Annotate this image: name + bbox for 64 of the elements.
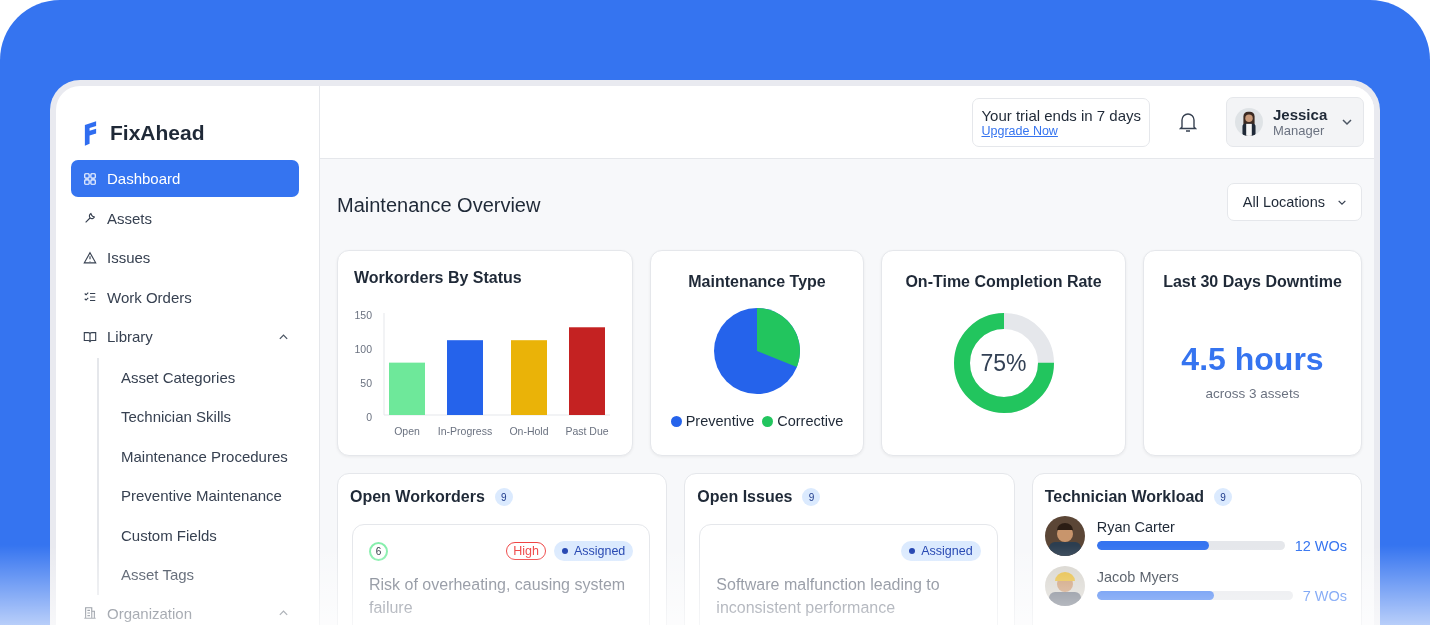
- trial-text: Your trial ends in 7 days: [981, 106, 1141, 124]
- axis-tick-label: 50: [360, 376, 372, 389]
- bar: [389, 362, 425, 415]
- technician-name: Jacob Myers: [1096, 568, 1180, 585]
- sidebar-subitem[interactable]: Asset Categories: [121, 357, 299, 397]
- technician-name: Ryan Carter: [1096, 518, 1176, 535]
- card-title: On-Time Completion Rate: [905, 273, 1102, 291]
- location-dropdown[interactable]: All Locations: [1226, 183, 1362, 221]
- grid-icon: [83, 171, 97, 186]
- downtime-caption: across 3 assets: [1205, 386, 1300, 401]
- category-label: Past Due: [565, 425, 609, 437]
- notification-bell-icon[interactable]: [1178, 111, 1198, 133]
- sidebar-item[interactable]: Library: [71, 318, 299, 355]
- sidebar-item[interactable]: Assets: [71, 199, 299, 237]
- category-label: On-Hold: [509, 425, 549, 437]
- legend-label: Corrective: [777, 413, 844, 429]
- issue-card[interactable]: Assigned Software malfunction leading to inconsistent performance: [699, 524, 998, 625]
- chevron-icon: [1337, 198, 1347, 206]
- legend-label: Preventive: [685, 413, 755, 429]
- user-role: Manager: [1273, 123, 1326, 138]
- workorder-count: 7 WOs: [1302, 587, 1347, 604]
- category-label: Open: [394, 425, 420, 437]
- axis-tick-label: 100: [354, 342, 372, 355]
- sidebar-item[interactable]: Issues: [71, 239, 299, 276]
- wrench-icon: [83, 211, 97, 225]
- upgrade-link[interactable]: Upgrade Now: [981, 123, 1141, 138]
- workorder-description: Risk of overheating, causing system failure: [369, 575, 627, 618]
- axis-tick-label: 0: [366, 410, 372, 423]
- user-name: Jessica: [1273, 106, 1329, 123]
- count-badge: 9: [494, 488, 513, 506]
- card-title: Maintenance Type: [688, 273, 826, 291]
- count-badge: 9: [1214, 488, 1233, 506]
- downtime-value: 4.5 hours: [1181, 341, 1324, 378]
- sidebar-subitem[interactable]: Asset Tags: [121, 555, 299, 595]
- building-icon: [83, 606, 97, 620]
- sidebar-item[interactable]: Work Orders: [71, 278, 299, 316]
- count-badge: 9: [802, 488, 821, 506]
- completion-percentage: 75%: [979, 350, 1028, 376]
- brand-name: FixAhead: [110, 121, 205, 145]
- warning-icon: [83, 250, 97, 265]
- sidebar-subitem[interactable]: Custom Fields: [121, 515, 299, 555]
- checklist-icon: [83, 290, 97, 304]
- sidebar-subitem[interactable]: Preventive Maintenance: [121, 476, 299, 516]
- card-title: Open Workorders: [350, 488, 485, 506]
- chevron-icon: [1341, 118, 1353, 126]
- card-title: Technician Workload: [1044, 488, 1205, 506]
- card-title: Last 30 Days Downtime: [1163, 273, 1342, 291]
- user-menu[interactable]: Jessica Manager: [1226, 97, 1364, 147]
- sidebar-item[interactable]: Dashboard: [71, 160, 299, 197]
- book-icon: [83, 329, 97, 344]
- card-title: Open Issues: [697, 488, 793, 506]
- progress-ring: 6: [369, 541, 388, 561]
- issue-description: Software malfunction leading to inconsistent performance: [716, 575, 941, 618]
- sidebar-subitem[interactable]: Technician Skills: [121, 397, 299, 437]
- workorder-card[interactable]: 6 High Assigned Risk of overheating, causing system failure: [352, 524, 651, 625]
- workorder-count: 12 WOs: [1294, 537, 1347, 554]
- category-label: In-Progress: [437, 425, 493, 437]
- status-badge: Assigned: [901, 541, 981, 561]
- axis-tick-label: 150: [354, 308, 372, 321]
- status-badge: Assigned: [553, 541, 634, 561]
- page-title: Maintenance Overview: [337, 193, 541, 217]
- sidebar-subitem[interactable]: Maintenance Procedures: [121, 436, 299, 476]
- logo-icon: [83, 120, 98, 146]
- card-title: Workorders By Status: [354, 269, 523, 287]
